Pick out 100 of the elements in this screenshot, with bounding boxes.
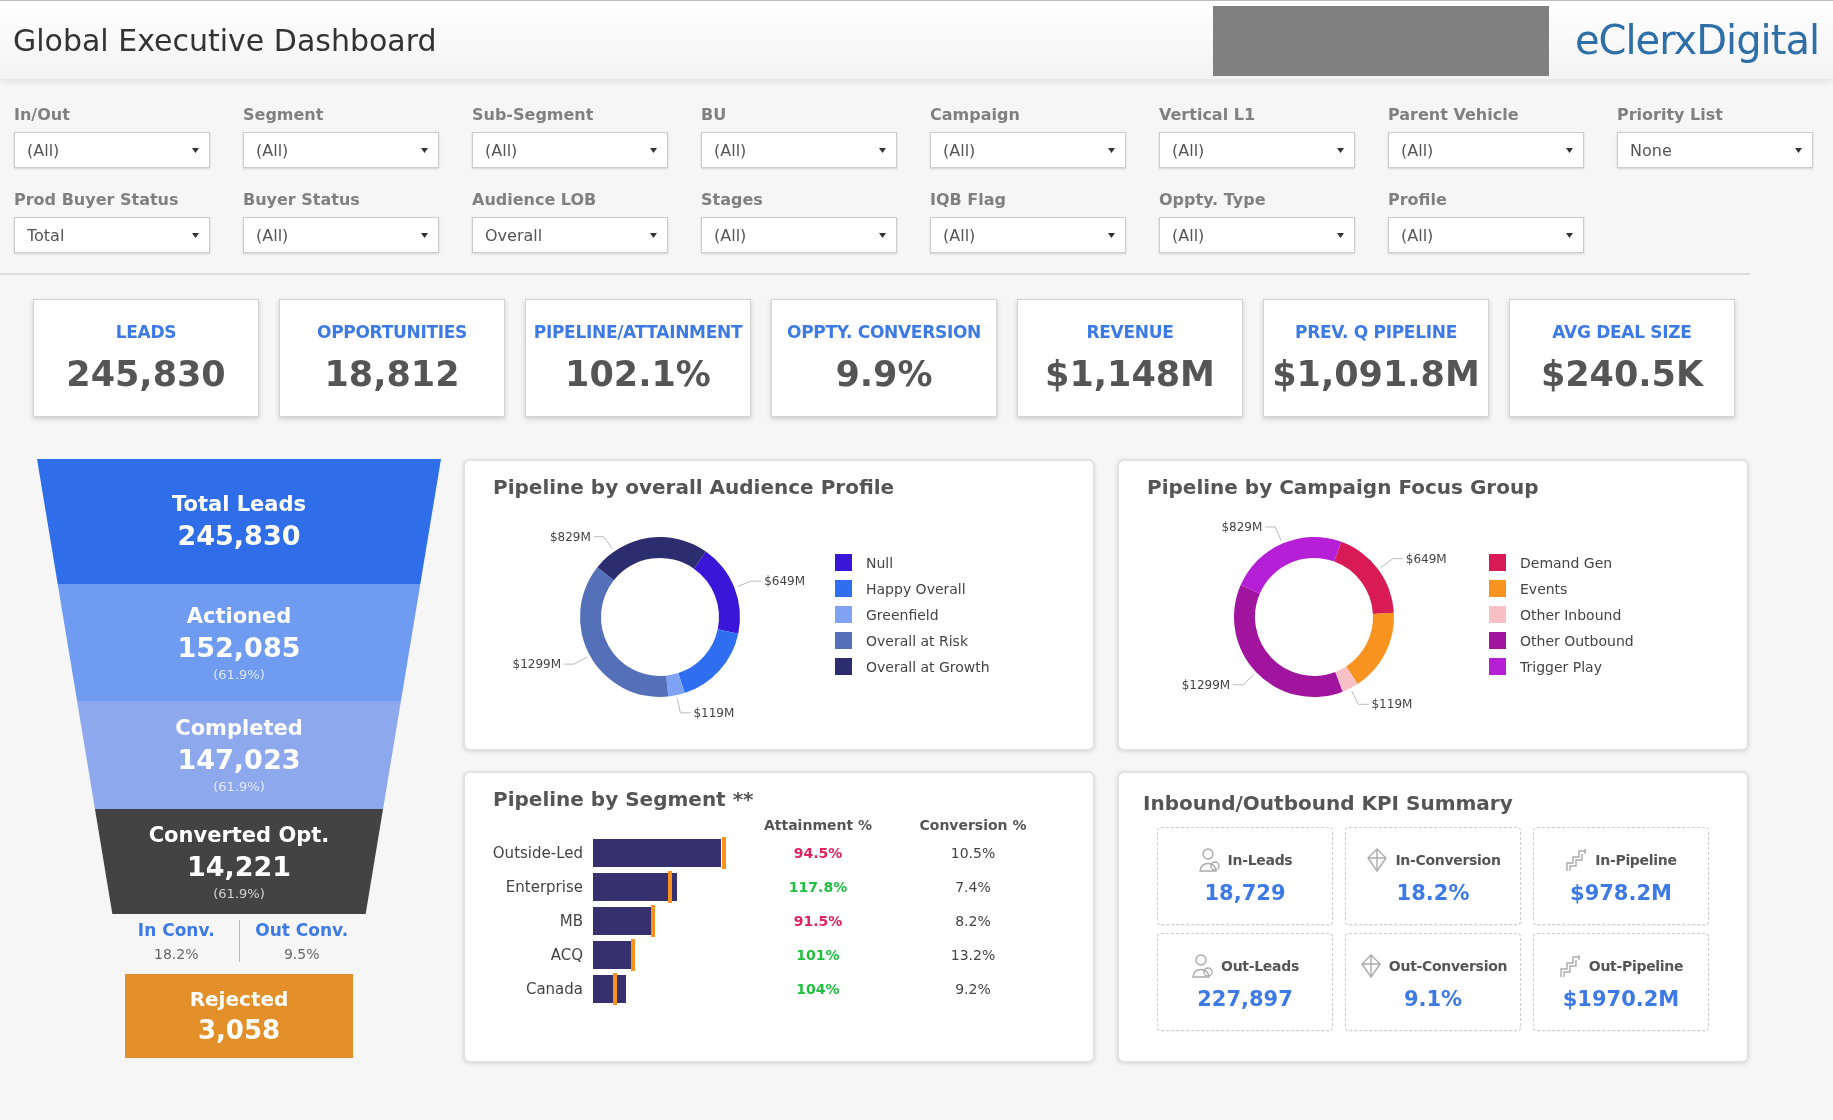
caret-icon: [1337, 146, 1344, 154]
caret-icon: [192, 146, 199, 154]
stage-value: 152,085: [177, 631, 301, 663]
segment-label: MB: [559, 912, 583, 930]
person-icon: [1191, 953, 1216, 979]
tile-value: 227,897: [1197, 987, 1293, 1011]
dropdown[interactable]: (All): [1388, 132, 1584, 168]
leader-line: [563, 656, 588, 665]
leader-line: [1351, 690, 1369, 705]
tile-value: 9.1%: [1403, 987, 1463, 1011]
kpi-value: 18,812: [324, 354, 460, 394]
leader-line: [1380, 558, 1404, 569]
chart-title: Pipeline by Campaign Focus Group: [1147, 475, 1539, 499]
segment-label: Canada: [525, 980, 583, 998]
legend-label: Demand Gen: [1520, 554, 1613, 571]
leader-line: [736, 580, 762, 588]
slice-label: $119M: [693, 705, 735, 720]
dropdown[interactable]: (All): [472, 132, 668, 168]
kpi-value: 245,830: [66, 354, 226, 394]
conversion-value: 18.2%: [154, 946, 199, 962]
dropdown[interactable]: (All): [14, 132, 210, 168]
kpi-value: 9.9%: [835, 354, 933, 394]
kpi-value: $1,148M: [1045, 354, 1215, 394]
dropdown[interactable]: Total: [14, 217, 210, 253]
dropdown[interactable]: (All): [1159, 132, 1355, 168]
conversion-value: 9.2%: [955, 981, 991, 997]
stage-value: 147,023: [177, 744, 301, 775]
dropdown[interactable]: (All): [1159, 217, 1355, 253]
dropdown[interactable]: None: [1617, 132, 1813, 168]
caret-icon: [1108, 146, 1115, 154]
segment-label: ACQ: [550, 946, 583, 964]
stage-percent: (61.9%): [213, 666, 265, 682]
dropdown[interactable]: (All): [701, 132, 897, 168]
tile-value: $978.2M: [1570, 881, 1672, 905]
caret-icon: [1566, 231, 1573, 239]
panel-title: Inbound/Outbound KPI Summary: [1143, 791, 1513, 815]
stage-value: 14,221: [186, 850, 292, 882]
pipeline-bar: [593, 941, 632, 969]
attainment-value: 104%: [796, 981, 840, 997]
tile-label: Out-Conversion: [1388, 958, 1508, 974]
legend-label: Greenfield: [866, 606, 939, 623]
dropdown[interactable]: (All): [701, 217, 897, 253]
filter-label: Priority List: [1617, 105, 1724, 124]
filter-label: Profile: [1388, 190, 1448, 209]
slice-label: $1299M: [1181, 677, 1231, 692]
kpi-label: OPPTY. CONVERSION: [787, 322, 981, 342]
kpi-label: OPPORTUNITIES: [317, 322, 467, 342]
leader-line: [1264, 526, 1282, 542]
filter-label: Parent Vehicle: [1388, 105, 1520, 124]
conversion-label: Out Conv.: [255, 920, 349, 940]
conversion-value: 7.4%: [955, 879, 991, 895]
legend-label: Other Inbound: [1520, 606, 1622, 623]
stage-label: Completed: [175, 716, 303, 740]
column-header: Conversion %: [919, 817, 1027, 833]
caret-icon: [879, 146, 886, 154]
legend-label: Trigger Play: [1520, 658, 1602, 675]
dropdown[interactable]: (All): [930, 217, 1126, 253]
attainment-value: 101%: [796, 947, 840, 963]
caret-icon: [421, 146, 428, 154]
kpi-label: PIPELINE/ATTAINMENT: [533, 322, 743, 342]
slice-label: $1299M: [512, 657, 562, 672]
dropdown[interactable]: Overall: [472, 217, 668, 253]
dropdown[interactable]: (All): [1388, 217, 1584, 253]
tile-label: In-Conversion: [1395, 852, 1501, 868]
dropdown[interactable]: (All): [243, 132, 439, 168]
slice-label: $649M: [764, 574, 806, 589]
attainment-value: 117.8%: [788, 879, 848, 895]
dashboard-title: Global Executive Dashboard: [13, 22, 438, 58]
kpi-value: $1,091.8M: [1272, 354, 1480, 394]
stage-label: Converted Opt.: [148, 822, 330, 847]
caret-icon: [650, 231, 657, 239]
rejected-label: Rejected: [189, 987, 289, 1011]
caret-icon: [192, 231, 199, 239]
legend-label: Other Outbound: [1520, 632, 1634, 649]
attainment-value: 94.5%: [793, 845, 843, 861]
dropdown[interactable]: (All): [930, 132, 1126, 168]
dropdown[interactable]: (All): [243, 217, 439, 253]
slice-label: $119M: [1371, 697, 1413, 712]
kpi-value: 102.1%: [565, 354, 711, 394]
caret-icon: [421, 231, 428, 239]
tile-label: Out-Pipeline: [1588, 958, 1684, 974]
caret-icon: [1566, 146, 1573, 154]
tile-value: 18,729: [1204, 881, 1286, 905]
filter-label: Sub-Segment: [472, 105, 595, 124]
conversion-value: 9.5%: [283, 946, 320, 962]
kpi-label: AVG DEAL SIZE: [1552, 322, 1692, 342]
legend-label: Overall at Growth: [866, 658, 990, 675]
chart-title: Pipeline by Segment **: [493, 787, 754, 811]
chart-title: Pipeline by overall Audience Profile: [493, 475, 895, 499]
filter-label: Audience LOB: [472, 190, 598, 209]
slice-label: $649M: [1405, 551, 1447, 566]
tile-label: In-Leads: [1227, 852, 1293, 868]
legend-label: Events: [1520, 580, 1568, 597]
stage-percent: (61.9%): [213, 779, 265, 794]
stage-percent: (61.9%): [213, 885, 265, 901]
target-marker: [667, 871, 672, 903]
attainment-value: 91.5%: [793, 913, 843, 929]
logo: eClerxDigital: [1574, 17, 1819, 63]
filter-label: In/Out: [14, 105, 71, 124]
diamond-icon: [1358, 953, 1383, 979]
